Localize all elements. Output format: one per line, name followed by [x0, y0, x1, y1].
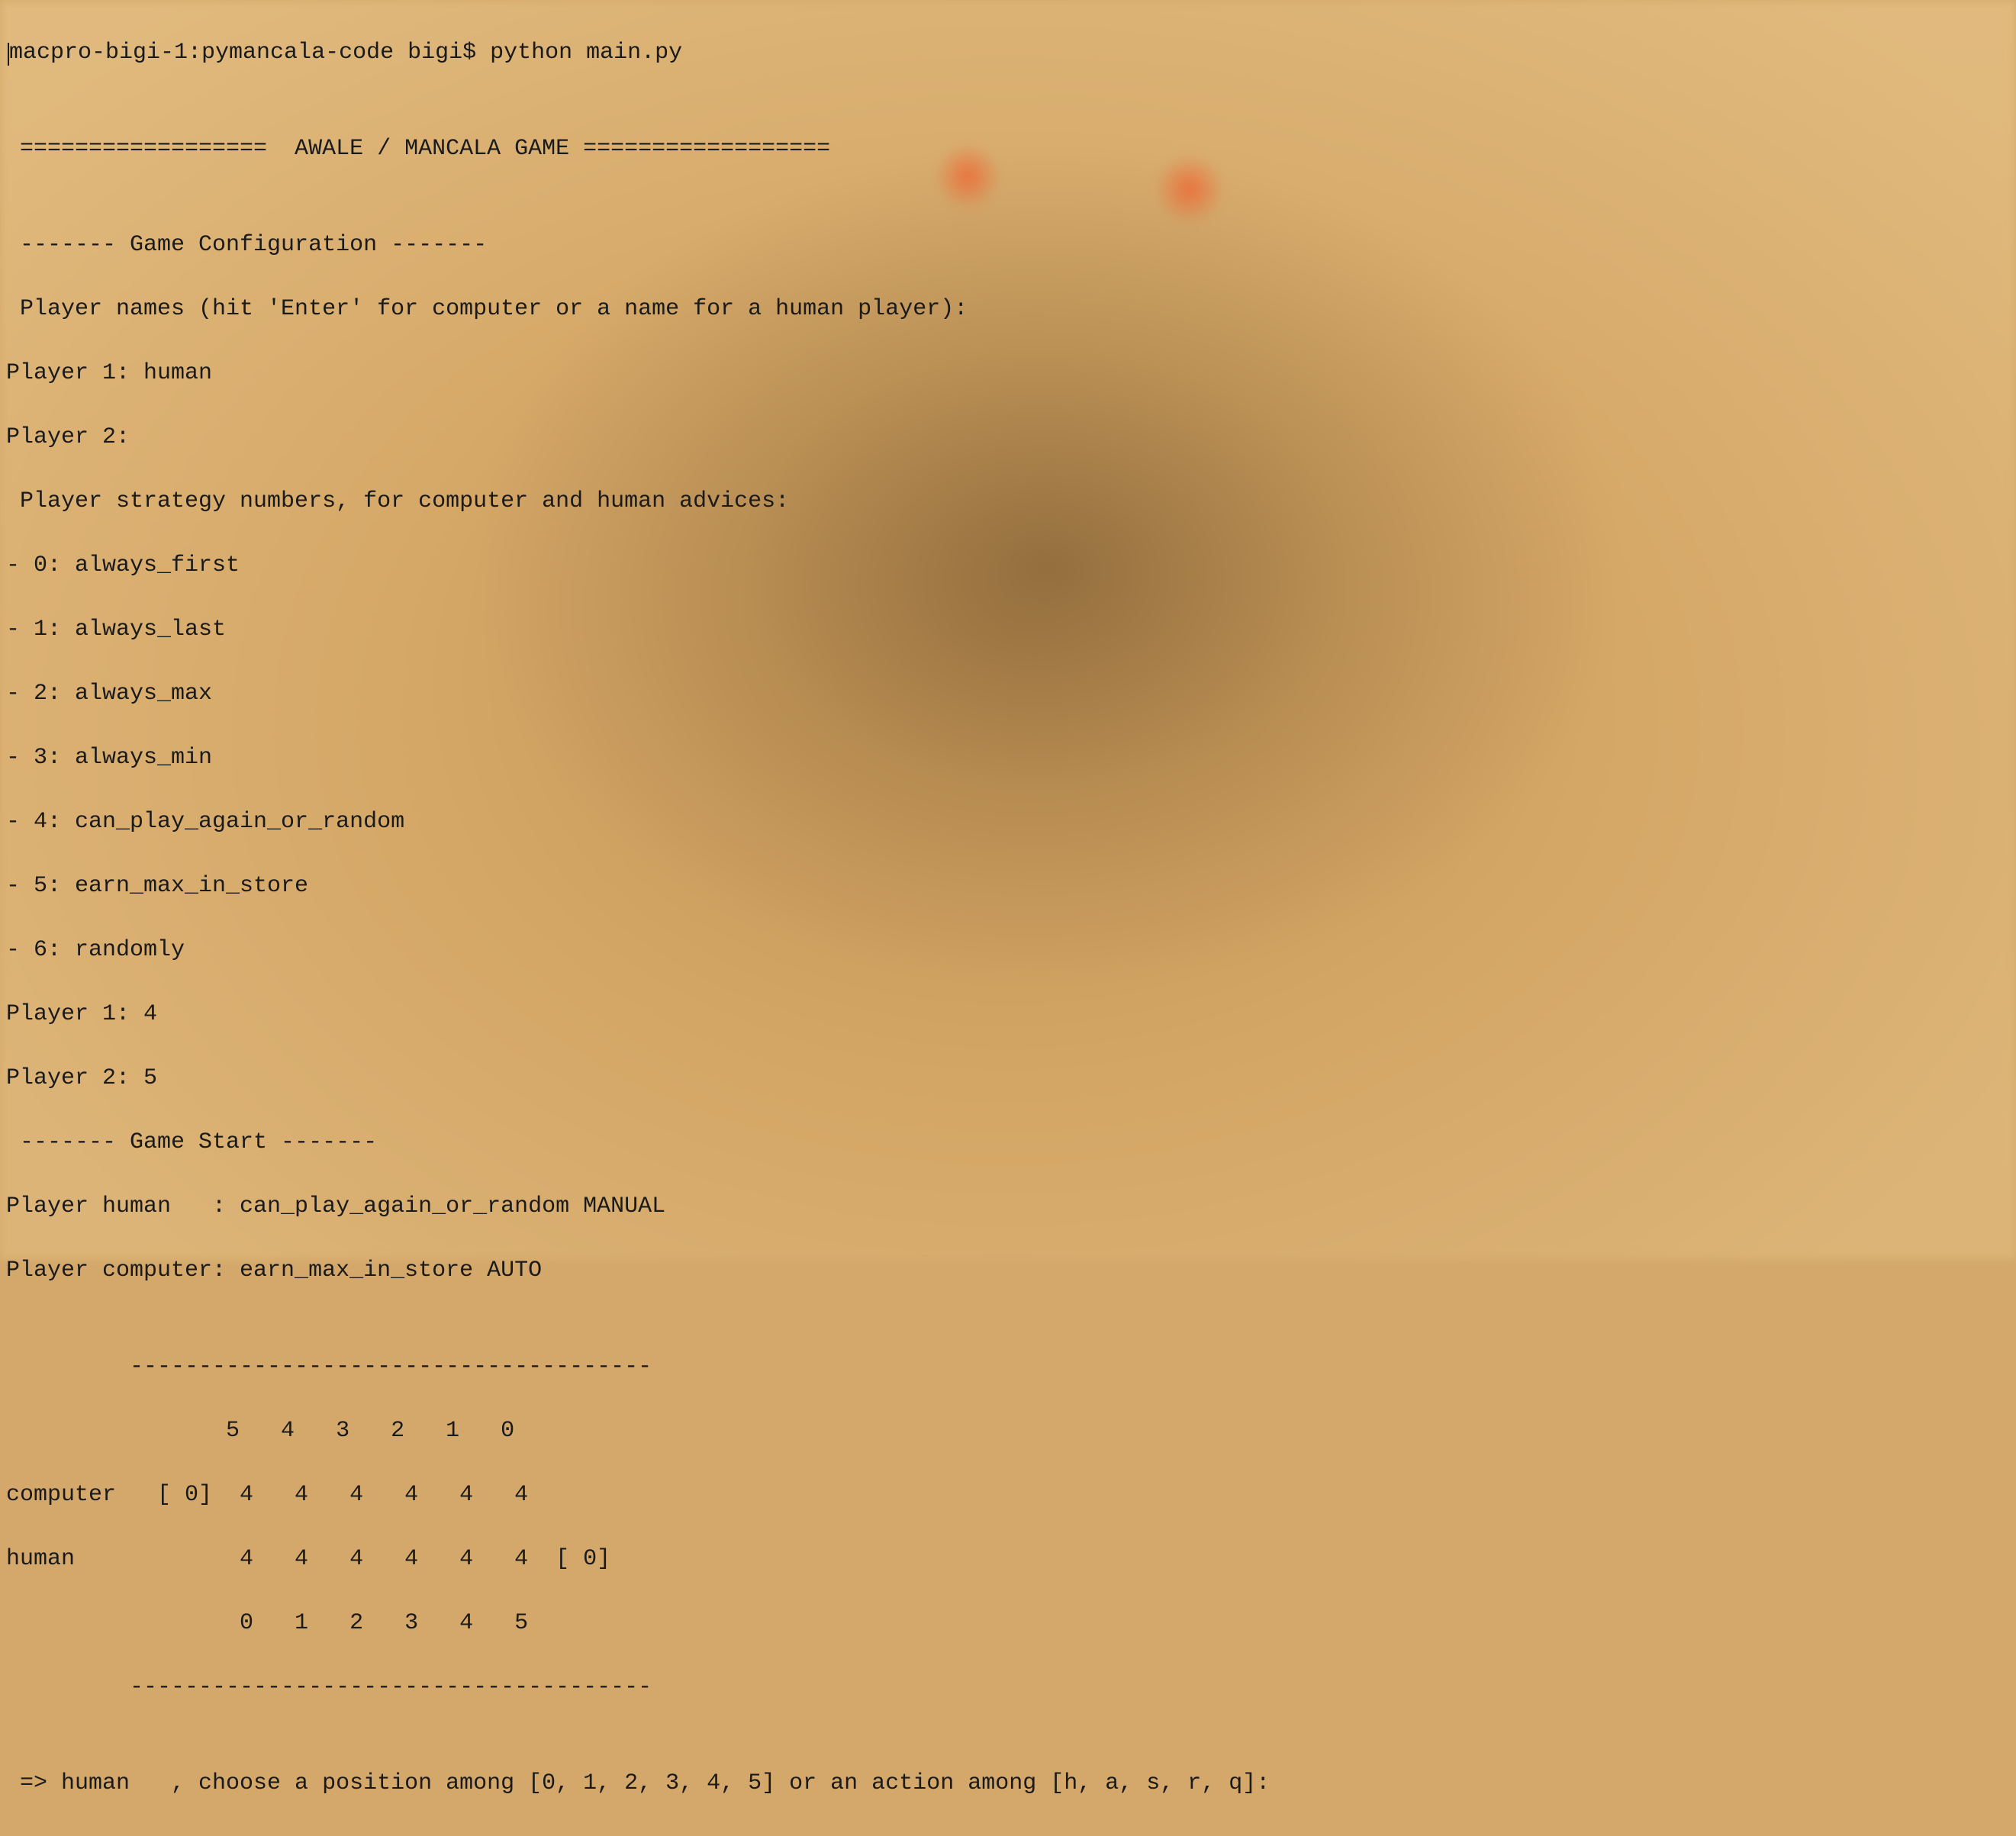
shell-prompt-line: macpro-bigi-1:pymancala-code bigi$ pytho… [6, 37, 2010, 69]
start-header: ------- Game Start ------- [6, 1126, 2010, 1158]
player1-name-line: Player 1: human [6, 357, 2010, 389]
shell-prompt: macpro-bigi-1:pymancala-code bigi$ [9, 40, 490, 66]
board-divider: -------------------------------------- [6, 1351, 2010, 1383]
player1-strategy-line: Player 1: 4 [6, 998, 2010, 1030]
input-prompt-line[interactable]: => human , choose a position among [0, 1… [6, 1767, 2010, 1799]
board-divider: -------------------------------------- [6, 1671, 2010, 1703]
player2-strategy-line: Player 2: 5 [6, 1062, 2010, 1094]
strategy-option: - 6: randomly [6, 934, 2010, 966]
board-computer-row: computer [ 0] 4 4 4 4 4 4 [6, 1479, 2010, 1511]
strategy-option: - 5: earn_max_in_store [6, 870, 2010, 902]
strategy-option: - 4: can_play_again_or_random [6, 806, 2010, 838]
player2-name-line: Player 2: [6, 421, 2010, 453]
player2-summary: Player computer: earn_max_in_store AUTO [6, 1255, 2010, 1287]
strategy-prompt: Player strategy numbers, for computer an… [6, 485, 2010, 517]
strategy-option: - 1: always_last [6, 614, 2010, 646]
strategy-option: - 3: always_min [6, 742, 2010, 774]
input-prompt-text: => human , choose a position among [0, 1… [6, 1770, 1283, 1796]
player-names-prompt: Player names (hit 'Enter' for computer o… [6, 293, 2010, 325]
board-bottom-index: 0 1 2 3 4 5 [6, 1607, 2010, 1639]
terminal-window[interactable]: macpro-bigi-1:pymancala-code bigi$ pytho… [0, 0, 2016, 1836]
strategy-option: - 0: always_first [6, 549, 2010, 581]
strategy-option: - 2: always_max [6, 678, 2010, 710]
board-human-row: human 4 4 4 4 4 4 [ 0] [6, 1543, 2010, 1575]
game-title: ================== AWALE / MANCALA GAME … [6, 133, 2010, 165]
board-top-index: 5 4 3 2 1 0 [6, 1415, 2010, 1447]
shell-command: python main.py [490, 40, 682, 66]
config-header: ------- Game Configuration ------- [6, 229, 2010, 261]
player1-summary: Player human : can_play_again_or_random … [6, 1190, 2010, 1222]
